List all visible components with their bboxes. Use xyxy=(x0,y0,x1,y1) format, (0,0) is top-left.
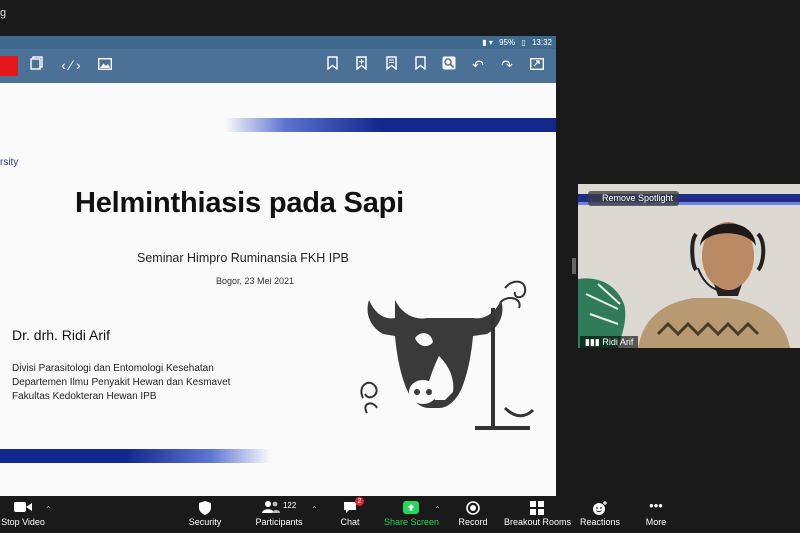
bottom-band-fade xyxy=(210,449,270,463)
bottom-band xyxy=(0,449,210,463)
reactions-label: Reactions xyxy=(580,517,621,527)
bookmark-edit-icon[interactable] xyxy=(411,56,429,74)
smiley-plus-icon xyxy=(580,501,620,515)
video-camera-icon xyxy=(0,501,46,515)
chat-label: Chat xyxy=(340,517,360,527)
stop-video-label: Stop Video xyxy=(1,517,45,527)
pdf-viewer-toolbar: ‹ ⁄ › ↶ ↷ xyxy=(0,49,556,83)
window-title: g xyxy=(0,7,7,19)
slide-title: Helminthiasis pada Sapi xyxy=(75,187,404,219)
more-label: More xyxy=(645,517,667,527)
search-icon[interactable] xyxy=(440,56,458,74)
shield-icon xyxy=(184,501,226,515)
record-label: Record xyxy=(458,517,488,527)
participants-count: 122 xyxy=(282,501,297,510)
reactions-button[interactable]: Reactions xyxy=(580,496,620,533)
remove-spotlight-button[interactable]: Remove Spotlight xyxy=(588,191,680,206)
affiliation-line: Fakultas Kedokteran Hewan IPB xyxy=(12,391,157,402)
top-band xyxy=(285,118,556,132)
breakout-rooms-button[interactable]: Breakout Rooms xyxy=(504,496,572,533)
bookmark-add-icon[interactable] xyxy=(352,56,370,74)
record-icon xyxy=(456,501,490,515)
top-band-fade xyxy=(225,118,285,132)
android-status-bar: ▮ ▾ 95% ▯ 13:32 xyxy=(0,36,556,49)
slide-subtitle: Seminar Himpro Ruminansia FKH IPB xyxy=(137,251,349,265)
shared-screen: ▮ ▾ 95% ▯ 13:32 ‹ ⁄ › ↶ ↷ rsity Helminth… xyxy=(0,36,556,496)
security-label: Security xyxy=(188,517,222,527)
participant-name-tag: ▮▮▮ Ridi Arif xyxy=(580,336,639,348)
red-color-button[interactable] xyxy=(0,56,18,76)
participants-icon: 122 xyxy=(254,501,304,515)
pages-icon[interactable] xyxy=(28,56,46,74)
undo-icon[interactable]: ↶ xyxy=(469,56,487,74)
affiliation-line: Departemen Ilmu Penyakit Hewan dan Kesma… xyxy=(12,377,231,388)
participants-label: Participants xyxy=(255,517,303,527)
security-button[interactable]: Security xyxy=(184,496,226,533)
slide-date: Bogor, 23 Mei 2021 xyxy=(216,276,295,286)
chat-unread-badge: 2 xyxy=(355,497,364,506)
window-title-bar: g xyxy=(0,0,800,36)
panel-resize-handle[interactable] xyxy=(572,258,576,274)
participants-button[interactable]: 122 Participants xyxy=(254,496,304,533)
clock: 13:32 xyxy=(531,38,552,47)
breakout-rooms-label: Breakout Rooms xyxy=(504,517,572,527)
university-logo-text: rsity xyxy=(0,157,19,168)
redo-icon[interactable]: ↷ xyxy=(498,56,516,74)
participants-options-caret-icon[interactable]: ⌃ xyxy=(311,505,318,514)
share-screen-label: Share Screen xyxy=(384,517,440,527)
breakout-rooms-icon xyxy=(504,501,570,515)
share-options-caret-icon[interactable]: ⌃ xyxy=(434,505,441,514)
bookmark-icon[interactable] xyxy=(323,56,341,74)
bookmark-list-icon[interactable] xyxy=(382,56,400,74)
page-navigation-icon[interactable]: ‹ ⁄ › xyxy=(56,56,86,74)
participant-video-image xyxy=(578,184,800,348)
battery-level: 95% xyxy=(499,38,516,47)
record-button[interactable]: Record xyxy=(456,496,490,533)
more-dots-icon: ••• xyxy=(649,498,663,513)
presentation-slide: rsity Helminthiasis pada Sapi Seminar Hi… xyxy=(0,83,556,496)
mic-signal-icon: ▮▮▮ xyxy=(585,337,603,347)
battery-icon: ▯ xyxy=(521,38,526,47)
image-icon[interactable] xyxy=(96,56,114,74)
cow-illustration-icon xyxy=(360,280,535,430)
affiliation-line: Divisi Parasitologi dan Entomologi Keseh… xyxy=(12,363,214,374)
participant-name: Ridi Arif xyxy=(602,337,634,347)
more-button[interactable]: ••• More xyxy=(640,496,672,533)
meeting-controls-bar: Stop Video ⌃ Security 122 Participants ⌃… xyxy=(0,496,800,533)
fullscreen-icon[interactable] xyxy=(528,56,546,74)
spotlight-video-tile[interactable] xyxy=(578,184,800,348)
share-screen-icon xyxy=(384,501,438,515)
slide-author: Dr. drh. Ridi Arif xyxy=(12,327,111,343)
signal-icon: ▮ ▾ xyxy=(482,38,493,47)
share-screen-button[interactable]: Share Screen xyxy=(384,496,440,533)
stop-video-button[interactable]: Stop Video xyxy=(0,496,46,533)
video-options-caret-icon[interactable]: ⌃ xyxy=(45,505,52,514)
